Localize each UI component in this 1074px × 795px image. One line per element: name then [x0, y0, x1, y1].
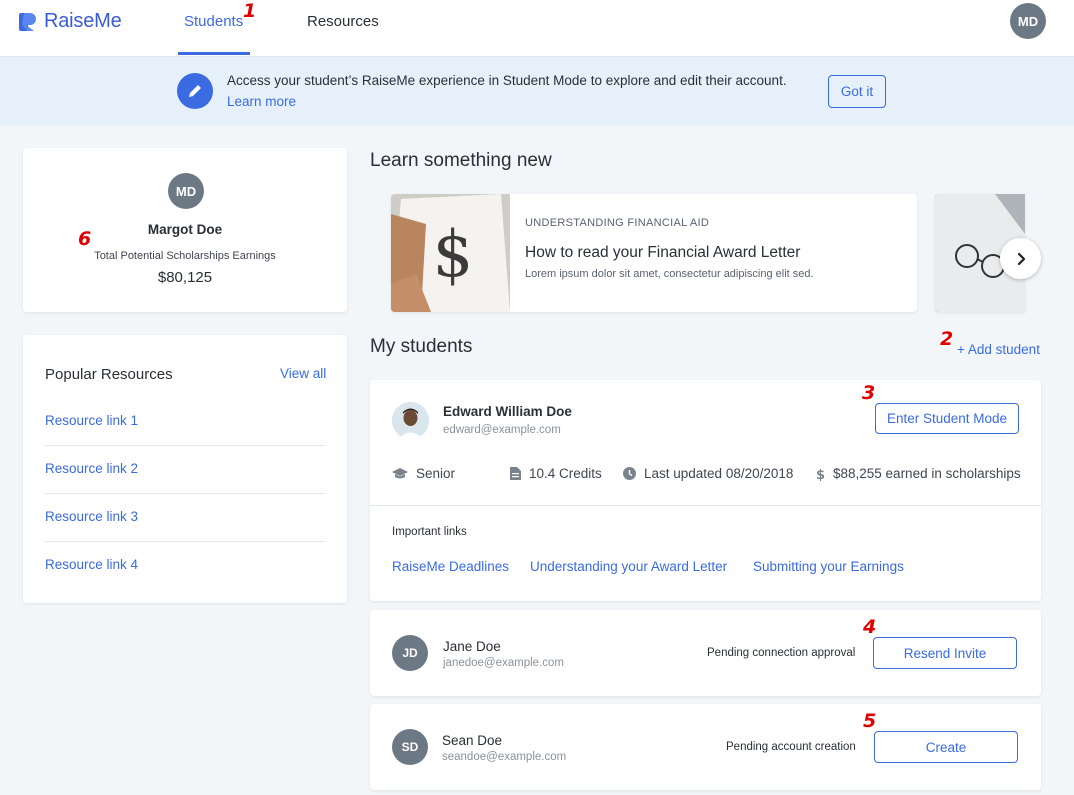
- enter-student-mode-button[interactable]: Enter Student Mode: [875, 403, 1019, 434]
- user-avatar[interactable]: MD: [1010, 3, 1046, 39]
- annotation-marker-6: 6: [78, 228, 92, 250]
- resend-invite-button[interactable]: Resend Invite: [873, 637, 1017, 669]
- annotation-marker-3: 3: [862, 382, 876, 404]
- pencil-icon: [177, 73, 213, 109]
- student-name: Edward William Doe: [443, 404, 572, 419]
- profile-card: MD Margot Doe Total Potential Scholarshi…: [23, 148, 347, 312]
- stat-grade: Senior: [392, 466, 455, 481]
- divider: [45, 493, 326, 494]
- student-name: Sean Doe: [442, 733, 503, 748]
- profile-avatar: MD: [168, 173, 204, 209]
- view-all-link[interactable]: View all: [280, 366, 326, 381]
- avatar: SD: [392, 729, 428, 765]
- avatar: JD: [392, 635, 428, 671]
- popular-resources-card: Popular Resources View all Resource link…: [23, 335, 347, 603]
- learn-section-title: Learn something new: [370, 150, 552, 171]
- resource-link-4[interactable]: Resource link 4: [45, 557, 138, 572]
- stat-last-updated: Last updated 08/20/2018: [623, 466, 793, 481]
- dollar-icon: $: [816, 468, 825, 481]
- divider: [45, 445, 326, 446]
- profile-earnings-label: Total Potential Scholarships Earnings: [94, 250, 276, 262]
- student-email: janedoe@example.com: [443, 657, 564, 669]
- stat-earnings: $ $88,255 earned in scholarships: [816, 466, 1021, 481]
- annotation-marker-4: 4: [863, 616, 877, 638]
- student-card-edward: Edward William Doe edward@example.com En…: [370, 380, 1041, 601]
- document-icon: [510, 467, 521, 480]
- stat-last-updated-label: Last updated 08/20/2018: [644, 466, 794, 481]
- chevron-right-icon: [1017, 252, 1025, 265]
- resource-link-3[interactable]: Resource link 3: [45, 509, 138, 524]
- article-description: Lorem ipsum dolor sit amet, consectetur …: [525, 268, 814, 280]
- resource-link-1[interactable]: Resource link 1: [45, 413, 138, 428]
- got-it-button[interactable]: Got it: [828, 75, 886, 108]
- student-card-sean: SD Sean Doe seandoe@example.com Pending …: [370, 704, 1041, 790]
- tab-students[interactable]: Students: [184, 13, 243, 30]
- learn-more-link[interactable]: Learn more: [227, 94, 296, 109]
- graduation-cap-icon: [392, 467, 408, 478]
- divider: [370, 505, 1041, 506]
- annotation-marker-1: 1: [243, 0, 257, 22]
- my-students-title: My students: [370, 336, 473, 357]
- svg-text:$: $: [433, 218, 474, 292]
- clock-icon: [623, 467, 636, 480]
- student-name: Jane Doe: [443, 639, 501, 654]
- logo-icon: [16, 11, 38, 33]
- create-button[interactable]: Create: [874, 731, 1018, 763]
- active-tab-indicator: [178, 52, 250, 55]
- stat-credits-label: 10.4 Credits: [529, 466, 602, 481]
- raiseme-logo[interactable]: RaiseMe: [16, 10, 122, 33]
- article-title: How to read your Financial Award Letter: [525, 244, 801, 261]
- student-card-jane: JD Jane Doe janedoe@example.com Pending …: [370, 610, 1041, 696]
- status-text: Pending connection approval: [707, 647, 856, 659]
- important-link-submitting-earnings[interactable]: Submitting your Earnings: [753, 559, 904, 574]
- important-links-title: Important links: [392, 526, 467, 538]
- tab-resources[interactable]: Resources: [307, 13, 379, 30]
- student-email: seandoe@example.com: [442, 751, 567, 763]
- top-nav: RaiseMe Students Resources MD: [0, 0, 1074, 57]
- annotation-marker-5: 5: [863, 710, 877, 732]
- student-email: edward@example.com: [443, 424, 561, 436]
- resource-link-2[interactable]: Resource link 2: [45, 461, 138, 476]
- avatar: [392, 402, 429, 439]
- divider: [45, 541, 326, 542]
- stat-grade-label: Senior: [416, 466, 456, 481]
- learn-article-card[interactable]: $ UNDERSTANDING FINANCIAL AID How to rea…: [391, 194, 917, 312]
- annotation-marker-2: 2: [940, 328, 954, 350]
- svg-text:$: $: [816, 468, 825, 481]
- profile-earnings-amount: $80,125: [157, 269, 213, 286]
- student-mode-banner: Access your student’s RaiseMe experience…: [0, 57, 1074, 125]
- important-link-award-letter[interactable]: Understanding your Award Letter: [530, 559, 727, 574]
- banner-message: Access your student’s RaiseMe experience…: [227, 73, 787, 88]
- important-link-deadlines[interactable]: RaiseMe Deadlines: [392, 559, 509, 574]
- resources-title: Popular Resources: [45, 366, 173, 383]
- carousel-next-button[interactable]: [1000, 238, 1041, 279]
- logo-text: RaiseMe: [44, 10, 122, 32]
- article-category: UNDERSTANDING FINANCIAL AID: [525, 217, 710, 229]
- stat-credits: 10.4 Credits: [510, 466, 602, 481]
- article-thumbnail: $: [391, 194, 510, 312]
- stat-earnings-label: $88,255 earned in scholarships: [833, 466, 1021, 481]
- status-text: Pending account creation: [726, 741, 856, 753]
- profile-name: Margot Doe: [147, 222, 223, 237]
- add-student-link[interactable]: + Add student: [957, 342, 1040, 357]
